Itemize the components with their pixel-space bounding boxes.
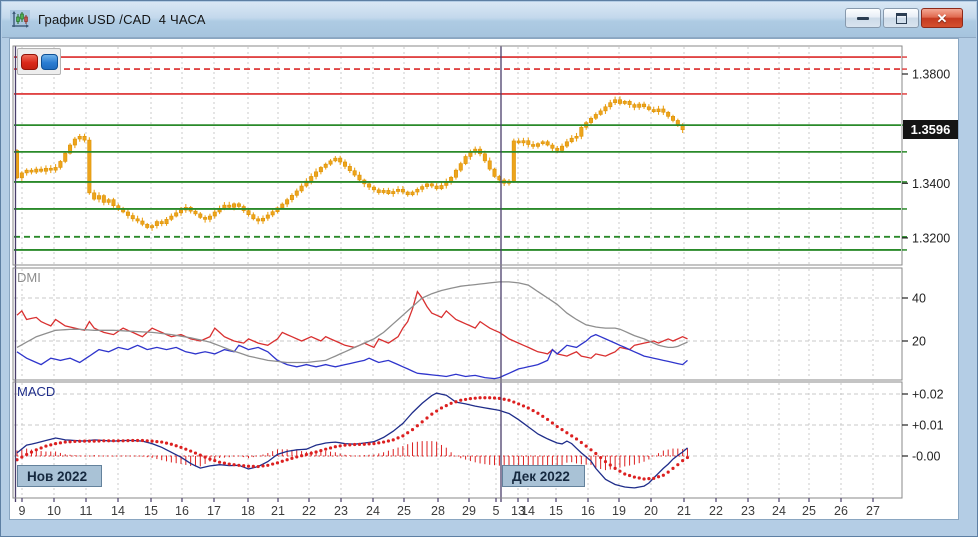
right-axis: 1.3800 1.3400 1.3200 40 20 +0.02 +0.01 -0.00 — [902, 57, 950, 463]
date-label: 14 — [521, 504, 535, 518]
date-label: 21 — [677, 504, 691, 518]
macd-axis-label: +0.01 — [912, 419, 944, 433]
month-label-nov: Нов 2022 — [17, 465, 102, 487]
minimize-button[interactable] — [845, 8, 881, 28]
date-label: 20 — [644, 504, 658, 518]
chart-mini-toolbar — [17, 48, 61, 75]
date-label: 26 — [834, 504, 848, 518]
date-label: 28 — [431, 504, 445, 518]
chart-canvas: 1.3800 1.3400 1.3200 40 20 +0.02 +0.01 -0.00 9 10… — [1, 1, 978, 537]
price-axis-label: 1.3800 — [912, 68, 950, 82]
date-label: 14 — [111, 504, 125, 518]
price-axis-label: 1.3400 — [912, 177, 950, 191]
close-icon: ✕ — [937, 12, 948, 25]
candlesticks — [15, 96, 684, 230]
date-label: 23 — [741, 504, 755, 518]
month-label-dec: Дек 2022 — [502, 465, 585, 487]
date-label: 24 — [366, 504, 380, 518]
close-button[interactable]: ✕ — [921, 8, 963, 28]
date-label: 22 — [302, 504, 316, 518]
red-square-button[interactable] — [21, 54, 38, 70]
price-axis-label: 1.3200 — [912, 231, 950, 245]
date-label: 23 — [334, 504, 348, 518]
date-axis: 9101114151617182122232425282951314151619… — [19, 498, 880, 518]
macd-axis-label: +0.02 — [912, 388, 944, 402]
dmi-axis-label: 40 — [912, 292, 926, 306]
titlebar: График USD /CAD 4 ЧАСА — [2, 2, 976, 38]
date-label: 5 — [493, 504, 500, 518]
maximize-button[interactable] — [883, 8, 919, 28]
price-panel-border — [13, 46, 902, 265]
macd-axis-label: -0.00 — [912, 450, 941, 464]
macd-panel-label: MACD — [17, 384, 55, 399]
date-label: 25 — [397, 504, 411, 518]
blue-square-button[interactable] — [41, 54, 58, 70]
date-label: 25 — [802, 504, 816, 518]
date-label: 15 — [144, 504, 158, 518]
date-label: 19 — [612, 504, 626, 518]
window-controls: ✕ — [845, 8, 963, 28]
dmi-axis-label: 20 — [912, 335, 926, 349]
date-label: 29 — [462, 504, 476, 518]
date-label: 15 — [549, 504, 563, 518]
date-label: 16 — [581, 504, 595, 518]
date-label: 17 — [207, 504, 221, 518]
minimize-icon — [857, 17, 869, 20]
candlestick-chart-icon — [10, 10, 30, 30]
date-label: 9 — [19, 504, 26, 518]
date-label: 24 — [772, 504, 786, 518]
maximize-icon — [896, 13, 907, 24]
app-window: 1.3800 1.3400 1.3200 40 20 +0.02 +0.01 -0.00 9 10… — [0, 0, 978, 537]
last-price-badge: 1.3596 — [903, 120, 958, 139]
support-resistance-levels — [14, 57, 901, 250]
dmi-panel-label: DMI — [17, 270, 41, 285]
date-label: 22 — [709, 504, 723, 518]
window-title: График USD /CAD 4 ЧАСА — [38, 12, 206, 27]
dmi-panel-border — [13, 268, 902, 380]
date-label: 18 — [241, 504, 255, 518]
month-separators — [16, 46, 502, 502]
date-label: 10 — [47, 504, 61, 518]
date-label: 27 — [866, 504, 880, 518]
date-label: 21 — [271, 504, 285, 518]
gridlines — [14, 47, 901, 497]
date-label: 11 — [80, 504, 93, 518]
date-label: 16 — [175, 504, 189, 518]
